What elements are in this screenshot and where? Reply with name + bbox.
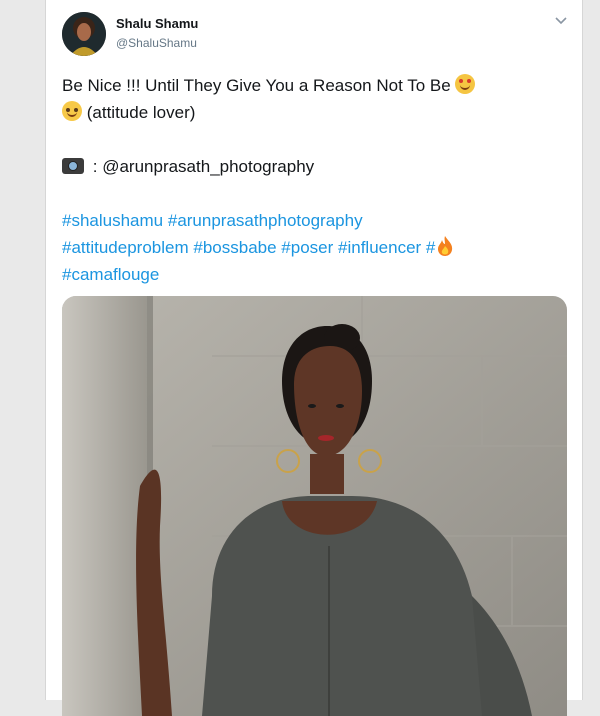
chevron-down-icon[interactable] bbox=[554, 16, 568, 26]
author-handle[interactable]: @ShaluShamu bbox=[116, 36, 197, 50]
hashtag-line-1: #shalushamu #arunprasathphotography bbox=[62, 207, 562, 234]
hashtag-link[interactable]: #camaflouge bbox=[62, 265, 159, 284]
hashtag-link[interactable]: #poser bbox=[281, 238, 333, 257]
hashtag-link[interactable]: #attitudeproblem bbox=[62, 238, 189, 257]
camera-flash-emoji-icon bbox=[62, 158, 84, 174]
credit-prefix: : bbox=[92, 157, 98, 176]
tweet-photo[interactable] bbox=[62, 296, 567, 716]
tweet-line-2: (attitude lover) bbox=[86, 103, 196, 122]
text-line-2: (attitude lover) bbox=[62, 99, 562, 126]
hashtag-link[interactable]: #arunprasathphotography bbox=[168, 211, 363, 230]
hashtag-link[interactable]: #bossbabe bbox=[193, 238, 276, 257]
text-line-1: Be Nice !!! Until They Give You a Reason… bbox=[62, 72, 562, 99]
hashtag-line-3: #camaflouge bbox=[62, 261, 562, 288]
hashtag-link[interactable]: #shalushamu bbox=[62, 211, 163, 230]
sweat-smile-emoji-icon bbox=[62, 101, 82, 121]
tweet-text: Be Nice !!! Until They Give You a Reason… bbox=[62, 72, 562, 288]
hashtag-link[interactable]: #influencer bbox=[338, 238, 421, 257]
avatar[interactable] bbox=[62, 12, 106, 56]
tweet-line-1: Be Nice !!! Until They Give You a Reason… bbox=[62, 76, 451, 95]
author-name[interactable]: Shalu Shamu bbox=[116, 16, 198, 31]
credit-mention-link[interactable]: @arunprasath_photography bbox=[102, 157, 314, 176]
avatar-image bbox=[62, 12, 106, 56]
star-struck-emoji-icon bbox=[455, 74, 476, 94]
hashtag-line-2: #attitudeproblem #bossbabe #poser #influ… bbox=[62, 234, 562, 261]
photo-credit: : @arunprasath_photography bbox=[62, 153, 562, 180]
tweet-card: Shalu Shamu @ShaluShamu Be Nice !!! Unti… bbox=[45, 0, 583, 716]
fire-emoji-icon bbox=[438, 236, 453, 256]
photo-image bbox=[62, 296, 567, 716]
hashtag-fire-link[interactable]: # bbox=[426, 238, 435, 257]
